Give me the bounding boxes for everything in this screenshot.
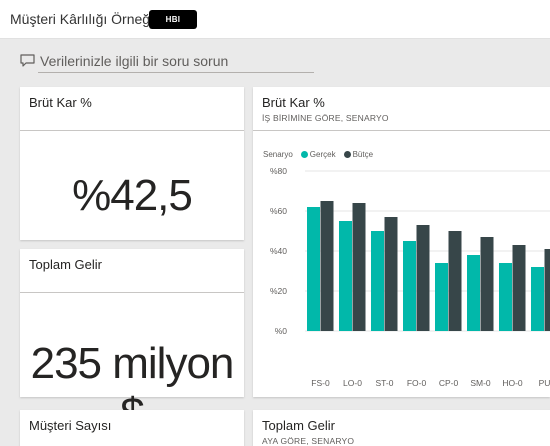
top-bar: Müşteri Kârlılığı Örneği HBI [0, 0, 550, 39]
bar-actual [339, 221, 352, 331]
tile-title: Brüt Kar % [29, 95, 92, 110]
x-tick-label: ST-0 [376, 378, 394, 388]
qa-bar [20, 50, 314, 74]
y-tick-label: %0 [275, 326, 288, 336]
qa-input[interactable] [38, 50, 314, 73]
revenue-by-month-tile[interactable]: Toplam Gelir AYA GÖRE, SENARYO [253, 410, 550, 446]
bar-chart: %0 %20 %40 %60 %80 FS-0 LO-0 ST-0 FO-0 CP-0 SM-0 HO… [270, 166, 550, 388]
bar-actual [371, 231, 384, 331]
tile-title: Toplam Gelir [29, 257, 102, 272]
gross-margin-chart-tile[interactable]: Brüt Kar % İŞ BİRİMİNE GÖRE, SENARYO Sen… [253, 87, 550, 397]
bar-actual [435, 263, 448, 331]
x-tick-label: PU [539, 378, 550, 388]
x-tick-label: FS-0 [311, 378, 330, 388]
tile-divider [20, 130, 244, 131]
x-tick-label: SM-0 [470, 378, 491, 388]
y-tick-label: %80 [270, 166, 287, 176]
chat-bubble-icon [20, 54, 35, 67]
x-tick-label: CP-0 [439, 378, 459, 388]
y-tick-label: %40 [270, 246, 287, 256]
kpi-value: %42,5 [72, 171, 193, 220]
bar-budget [480, 237, 494, 331]
tile-subtitle: AYA GÖRE, SENARYO [262, 436, 355, 446]
report-title: Müşteri Kârlılığı Örneği [10, 11, 154, 27]
sensitivity-badge[interactable]: HBI [149, 10, 197, 29]
tile-title: Toplam Gelir [262, 418, 335, 433]
bar-budget [544, 249, 550, 331]
y-tick-label: %60 [270, 206, 287, 216]
tile-title: Müşteri Sayısı [29, 418, 112, 433]
x-tick-label: FO-0 [407, 378, 427, 388]
customer-count-card-tile[interactable]: Müşteri Sayısı [20, 410, 244, 446]
bar-budget [320, 201, 334, 331]
x-tick-label: HO-0 [502, 378, 523, 388]
bar-budget [352, 203, 366, 331]
x-tick-label: LO-0 [343, 378, 362, 388]
bar-budget [448, 231, 462, 331]
bar-budget [416, 225, 430, 331]
bar-budget [384, 217, 398, 331]
bar-budget [512, 245, 526, 331]
bar-actual [531, 267, 544, 331]
total-revenue-card-tile[interactable]: Toplam Gelir 235 milyon $ [20, 249, 244, 438]
bar-actual [499, 263, 512, 331]
bar-actual [467, 255, 480, 331]
y-tick-label: %20 [270, 286, 287, 296]
tile-divider [20, 292, 244, 293]
bar-actual [307, 207, 320, 331]
gross-margin-card-tile[interactable]: Brüt Kar % %42,5 [20, 87, 244, 240]
bar-actual [403, 241, 416, 331]
